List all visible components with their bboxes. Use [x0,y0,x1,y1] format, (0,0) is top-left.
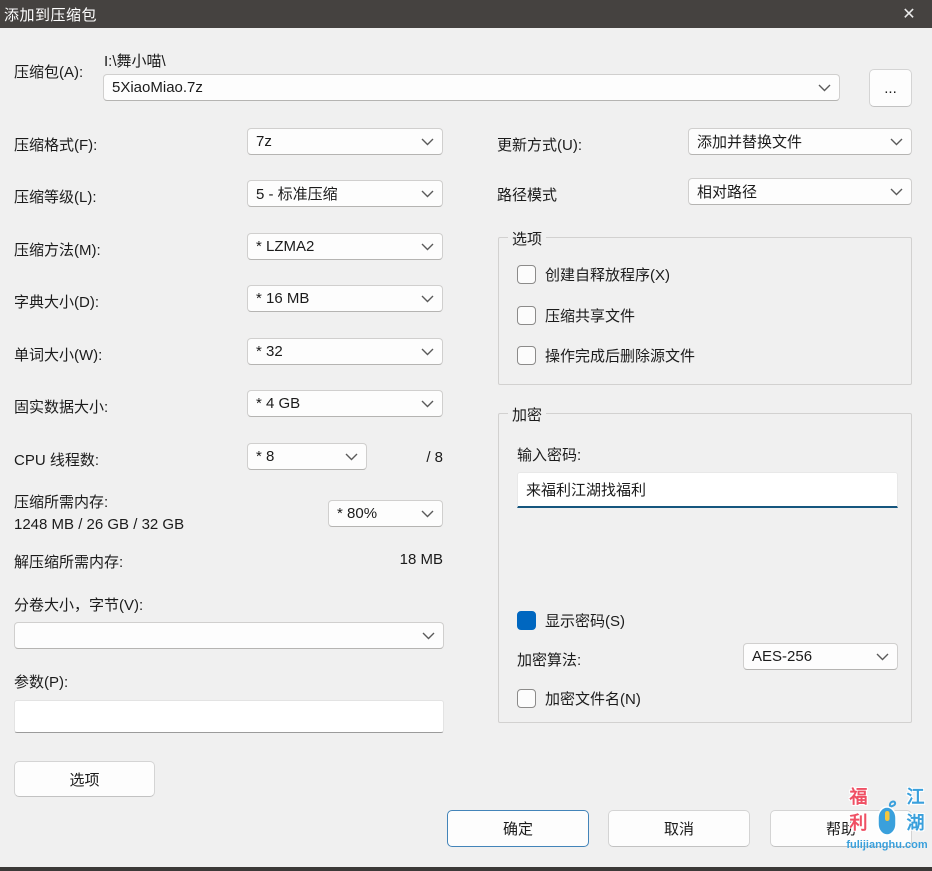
options-button[interactable]: 选项 [14,761,155,797]
chevron-down-icon [890,188,903,196]
dictionary-label: 字典大小(D): [14,291,99,312]
method-label: 压缩方法(M): [14,239,101,260]
delete-after-checkbox[interactable] [517,346,536,365]
cpu-threads-value: * 8 [256,448,339,465]
archive-path: I:\舞小喵\ [104,50,166,71]
add-to-archive-dialog: 添加到压缩包 ✕ 压缩包(A): I:\舞小喵\ 5XiaoMiao.7z ..… [0,0,932,871]
memory-compress-value: 1248 MB / 26 GB / 32 GB [14,516,184,533]
browse-button[interactable]: ... [869,69,912,107]
compress-shared-label: 压缩共享文件 [545,305,635,326]
password-value: 来福利江湖找福利 [526,479,646,500]
create-sfx-checkbox[interactable] [517,265,536,284]
format-select[interactable]: 7z [247,128,443,155]
update-mode-select[interactable]: 添加并替换文件 [688,128,912,155]
chevron-down-icon [421,138,434,146]
delete-after-label: 操作完成后删除源文件 [545,345,695,366]
encryption-method-label: 加密算法: [517,649,581,670]
method-select[interactable]: * LZMA2 [247,233,443,260]
chevron-down-icon [890,138,903,146]
create-sfx-label: 创建自释放程序(X) [545,264,670,285]
cpu-threads-select[interactable]: * 8 [247,443,367,470]
solid-block-value: * 4 GB [256,395,415,412]
word-size-select[interactable]: * 32 [247,338,443,365]
window-title: 添加到压缩包 [0,4,97,25]
level-value: 5 - 标准压缩 [256,183,415,204]
chevron-down-icon [421,510,434,518]
title-bar: 添加到压缩包 [0,0,932,28]
level-label: 压缩等级(L): [14,186,97,207]
chevron-down-icon [421,400,434,408]
ok-button[interactable]: 确定 [447,810,589,847]
method-value: * LZMA2 [256,238,415,255]
solid-block-label: 固实数据大小: [14,396,108,417]
word-size-label: 单词大小(W): [14,344,102,365]
path-mode-select[interactable]: 相对路径 [688,178,912,205]
dictionary-select[interactable]: * 16 MB [247,285,443,312]
chevron-down-icon [818,84,831,92]
word-size-value: * 32 [256,343,415,360]
close-icon[interactable]: ✕ [886,0,932,28]
update-mode-label: 更新方式(U): [497,134,582,155]
encrypt-filenames-checkbox[interactable] [517,689,536,708]
solid-block-select[interactable]: * 4 GB [247,390,443,417]
path-mode-label: 路径模式 [497,184,557,205]
encryption-method-select[interactable]: AES-256 [743,643,898,670]
path-mode-value: 相对路径 [697,181,884,202]
archive-label: 压缩包(A): [14,61,83,82]
window-bottom-edge [0,867,932,871]
chevron-down-icon [421,190,434,198]
encrypt-filenames-label: 加密文件名(N) [545,688,641,709]
parameters-input[interactable] [14,700,444,733]
update-mode-value: 添加并替换文件 [697,131,884,152]
compress-shared-checkbox[interactable] [517,306,536,325]
show-password-label: 显示密码(S) [545,610,625,631]
volume-size-label: 分卷大小，字节(V): [14,594,143,615]
chevron-down-icon [421,295,434,303]
memory-percent-select[interactable]: * 80% [328,500,443,527]
memory-decompress-value: 18 MB [360,551,443,568]
parameters-label: 参数(P): [14,671,68,692]
password-label: 输入密码: [517,444,581,465]
cpu-threads-total: / 8 [360,449,443,466]
archive-name-value: 5XiaoMiao.7z [112,79,812,96]
archive-name-combobox[interactable]: 5XiaoMiao.7z [103,74,840,101]
options-group-title: 选项 [508,228,546,249]
format-value: 7z [256,133,415,150]
volume-size-combobox[interactable] [14,622,444,649]
memory-percent-value: * 80% [337,505,415,522]
password-input[interactable]: 来福利江湖找福利 [517,472,898,508]
chevron-down-icon [421,243,434,251]
cpu-threads-label: CPU 线程数: [14,449,99,470]
help-button[interactable]: 帮助 [770,810,912,847]
level-select[interactable]: 5 - 标准压缩 [247,180,443,207]
chevron-down-icon [421,348,434,356]
show-password-checkbox[interactable] [517,611,536,630]
chevron-down-icon [345,453,358,461]
encryption-method-value: AES-256 [752,648,870,665]
dictionary-value: * 16 MB [256,290,415,307]
memory-compress-label: 压缩所需内存: [14,491,108,512]
memory-decompress-label: 解压缩所需内存: [14,551,123,572]
chevron-down-icon [422,632,435,640]
cancel-button[interactable]: 取消 [608,810,750,847]
encryption-group-title: 加密 [508,404,546,425]
format-label: 压缩格式(F): [14,134,97,155]
chevron-down-icon [876,653,889,661]
